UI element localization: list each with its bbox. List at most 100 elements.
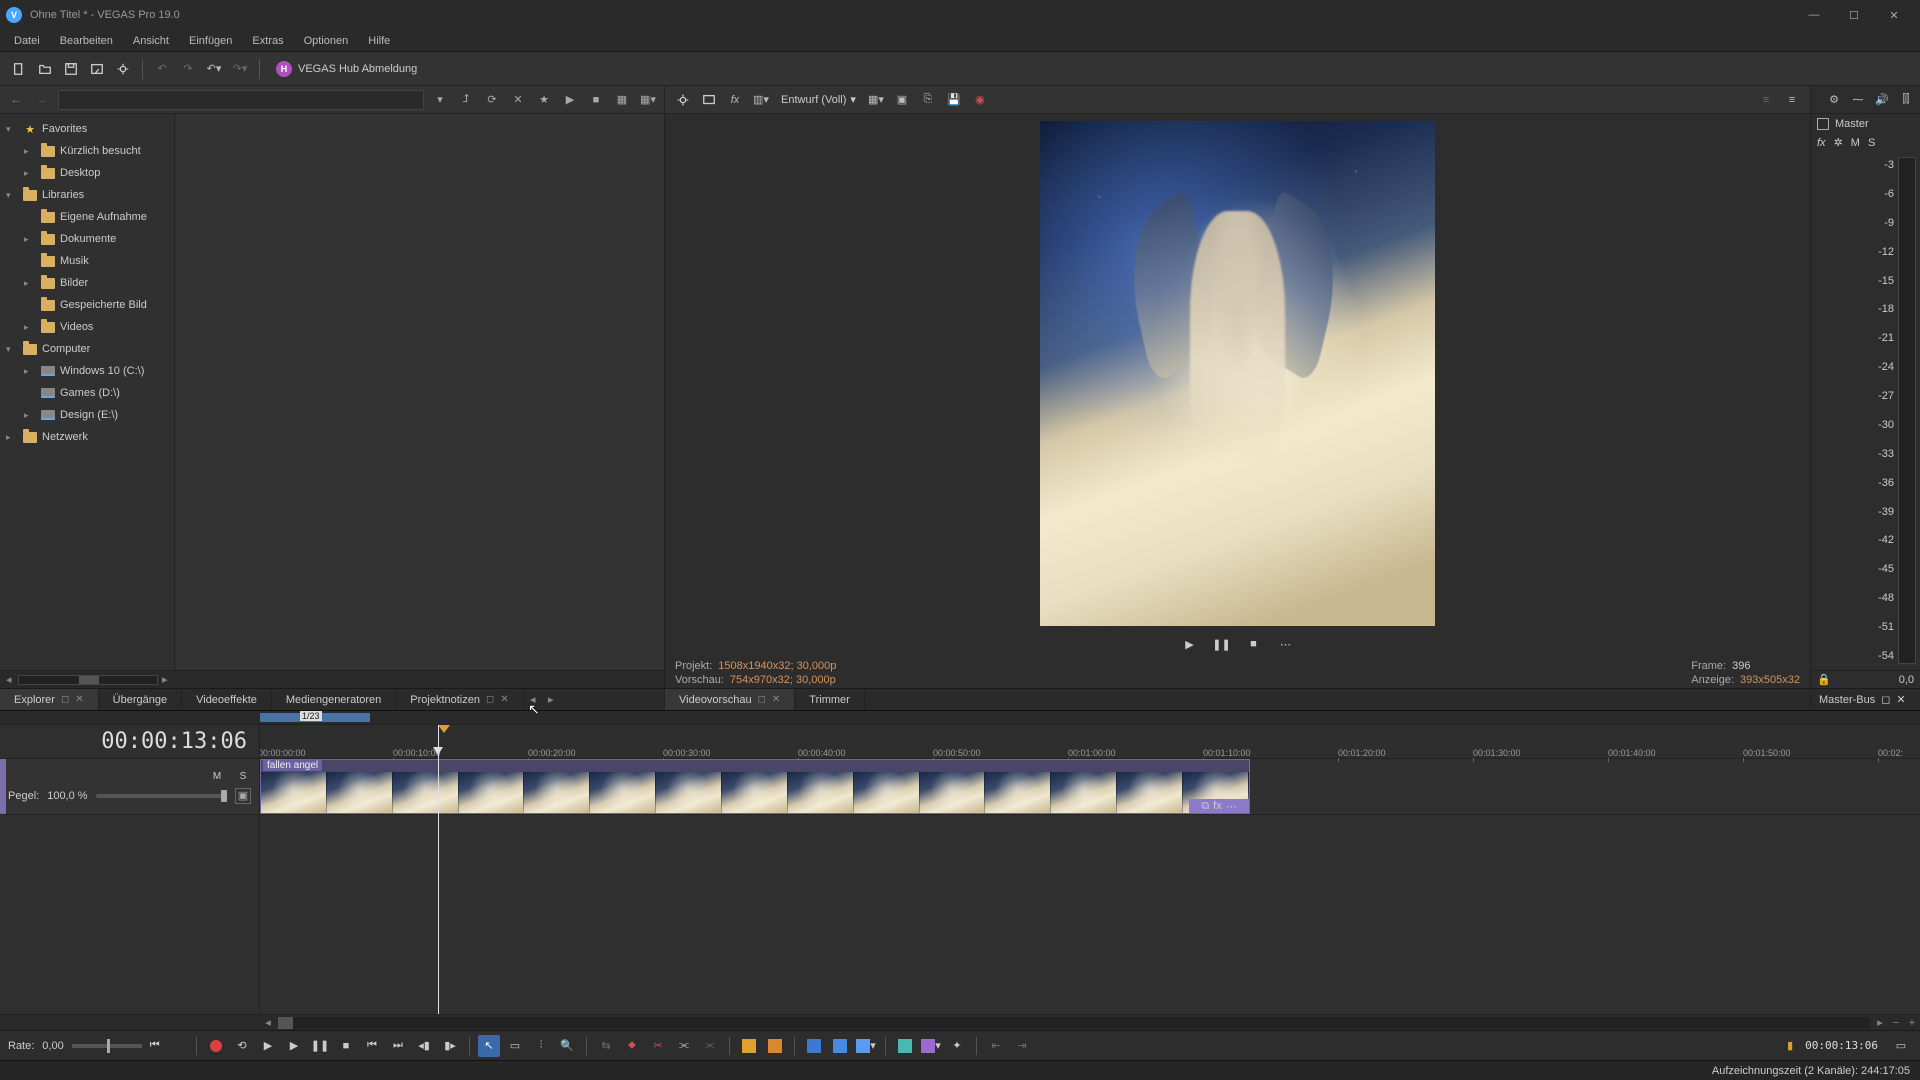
zoom-tool-button[interactable]: 🔍 [556,1035,578,1057]
explorer-back-button[interactable]: ← [6,90,26,110]
explorer-scroll-left-button[interactable]: ◂ [6,673,18,686]
tab-videovorschau[interactable]: Videovorschau◻✕ [665,689,795,710]
preview-external-button[interactable] [699,90,719,110]
master-select-icon[interactable] [1817,118,1829,130]
preview-copy-button[interactable]: ⎘ [918,90,938,110]
explorer-forward-button[interactable]: → [32,90,52,110]
crossfade-button[interactable]: ⫘ [673,1035,695,1057]
timeline-scroll-left-button[interactable]: ◂ [260,1015,276,1031]
track-mute-button[interactable]: M [209,770,225,784]
tab-close-icon[interactable]: ✕ [500,694,508,705]
prev-frame-button[interactable]: ◂▮ [413,1035,435,1057]
split-button[interactable]: ✂ [647,1035,669,1057]
next-frame-button[interactable]: ▮▸ [439,1035,461,1057]
tree-node-k-rzlich-besucht[interactable]: ▸Kürzlich besucht [0,140,174,162]
track-lane-video1[interactable]: fallen angel ⧉ fx ⋯ [260,759,1920,815]
snap-button[interactable]: ⫶ [530,1035,552,1057]
tab-popout-icon[interactable]: ◻ [61,694,69,705]
explorer-refresh-button[interactable]: ⟳ [482,90,502,110]
preview-save-button[interactable]: 💾 [944,90,964,110]
auto-ripple-button[interactable]: ⇆ [595,1035,617,1057]
preview-scale-button[interactable]: ≡ [1756,90,1776,110]
ruler-cursor-icon[interactable] [438,725,450,733]
preview-play-button[interactable]: ▶ [1179,635,1201,653]
tree-node-design-e-[interactable]: ▸Design (E:\) [0,404,174,426]
close-button[interactable]: ✕ [1874,0,1914,30]
tab-popout-icon[interactable]: ◻ [758,694,766,705]
preview-menu-button[interactable]: ≡ [1782,90,1802,110]
record-button[interactable] [205,1035,227,1057]
master-automation-button[interactable]: ✲ [1834,136,1843,149]
go-end-button[interactable]: ⏭ [387,1035,409,1057]
tab--berg-nge[interactable]: Übergänge [99,689,182,710]
undo-dropdown-button[interactable]: ↶▾ [203,58,225,80]
preview-record-button[interactable]: ◉ [970,90,990,110]
vegas-hub-link[interactable]: H VEGAS Hub Abmeldung [276,61,417,77]
tab-videoeffekte[interactable]: Videoeffekte [182,689,272,710]
master-mixer-button[interactable]: ⫿⫿ [1898,92,1914,108]
video-preview[interactable] [665,114,1810,632]
marker-teal-button[interactable] [894,1035,916,1057]
trim-end-button[interactable]: ⇥ [1011,1035,1033,1057]
playhead[interactable] [438,725,439,1014]
explorer-hscrollbar[interactable] [18,675,158,685]
master-bus-tab[interactable]: Master-Bus [1819,694,1875,706]
clip-more-icon[interactable]: ⋯ [1226,800,1237,813]
preview-overlay-button[interactable]: ▣ [892,90,912,110]
menu-ansicht[interactable]: Ansicht [123,30,179,51]
preview-pause-button[interactable]: ❚❚ [1211,635,1233,653]
timeline-zoom-out-button[interactable]: − [1888,1015,1904,1031]
tree-node-libraries[interactable]: ▾Libraries [0,184,174,206]
explorer-scroll-right-button[interactable]: ▸ [162,673,174,686]
tree-node-desktop[interactable]: ▸Desktop [0,162,174,184]
track-level-slider[interactable] [96,794,227,798]
master-solo-button[interactable]: S [1868,137,1875,149]
selection-tool-button[interactable]: ▭ [504,1035,526,1057]
tree-node-netzwerk[interactable]: ▸Netzwerk [0,426,174,448]
master-lock-icon[interactable]: 🔒 [1817,673,1831,686]
menu-bearbeiten[interactable]: Bearbeiten [50,30,123,51]
timeline-scroll-right-button[interactable]: ▸ [1872,1015,1888,1031]
tab-trimmer[interactable]: Trimmer [795,689,865,710]
explorer-play-button[interactable]: ▶ [560,90,580,110]
tree-node-games-d-[interactable]: Games (D:\) [0,382,174,404]
save-project-button[interactable] [60,58,82,80]
properties-button[interactable] [112,58,134,80]
timecode-options-button[interactable]: ▭ [1890,1035,1912,1057]
marker-blue1-button[interactable] [803,1035,825,1057]
play-button[interactable]: ▶ [283,1035,305,1057]
master-dim-button[interactable]: ⁓ [1850,92,1866,108]
tree-node-windows-10-c-[interactable]: ▸Windows 10 (C:\) [0,360,174,382]
rate-slider[interactable] [72,1044,142,1048]
marker-mixed-button[interactable]: ✦ [946,1035,968,1057]
open-project-button[interactable] [34,58,56,80]
auto-crossfade-button[interactable]: ⫘ [699,1035,721,1057]
marker-orange2-button[interactable] [764,1035,786,1057]
trim-start-button[interactable]: ⇤ [985,1035,1007,1057]
menu-einfuegen[interactable]: Einfügen [179,30,242,51]
explorer-delete-button[interactable]: ✕ [508,90,528,110]
pause-button[interactable]: ❚❚ [309,1035,331,1057]
master-bus-close-icon[interactable]: ✕ [1896,693,1905,706]
go-start-button[interactable]: ⏮ [361,1035,383,1057]
preview-quality-dropdown[interactable]: Entwurf (Voll)▾ [777,93,860,106]
track-header-video1[interactable]: M S Pegel: 100,0 % ▣ [0,759,259,815]
preview-split-button[interactable]: ▥▾ [751,90,771,110]
tree-node-musik[interactable]: Musik [0,250,174,272]
timeline-zoom-in-button[interactable]: + [1904,1015,1920,1031]
explorer-autoplay-button[interactable]: ▦ [612,90,632,110]
menu-hilfe[interactable]: Hilfe [358,30,400,51]
clip-crop-icon[interactable]: ⧉ [1201,800,1209,813]
stop-button[interactable]: ■ [335,1035,357,1057]
tree-node-computer[interactable]: ▾Computer [0,338,174,360]
explorer-view-button[interactable]: ▦▾ [638,90,658,110]
tree-node-favorites[interactable]: ▾★Favorites [0,118,174,140]
maximize-button[interactable]: ☐ [1834,0,1874,30]
tab-nav-right-button[interactable]: ▸ [542,689,560,710]
timeline-ruler[interactable]: 00:00:00:0000:00:10:0000:00:20:0000:00:3… [260,725,1920,759]
redo-dropdown-button[interactable]: ↷▾ [229,58,251,80]
master-output-button[interactable]: 🔊 [1874,92,1890,108]
timeline-scroll-thumb[interactable] [278,1017,293,1029]
menu-extras[interactable]: Extras [242,30,293,51]
tab-close-icon[interactable]: ✕ [772,694,780,705]
